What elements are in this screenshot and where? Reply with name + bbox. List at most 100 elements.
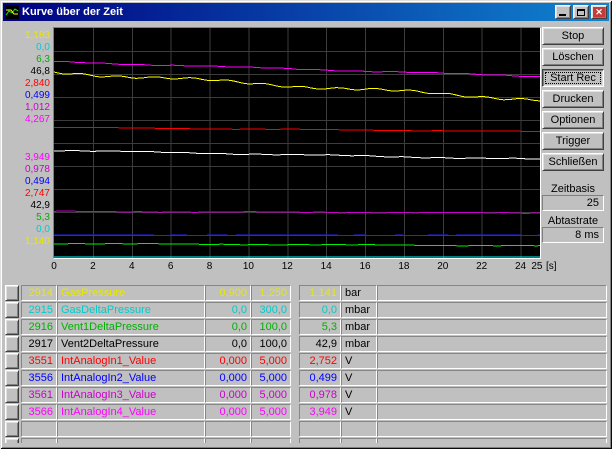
cell-spacer <box>291 285 299 301</box>
close-button[interactable]: ✕ <box>591 5 607 19</box>
y-axis-label: 6,3 <box>36 54 50 65</box>
optionen-button[interactable]: Optionen <box>542 111 604 129</box>
cell-unit: V <box>341 370 377 386</box>
cell-filler <box>377 353 607 369</box>
cell-min-value[interactable]: 0,000 <box>205 353 251 369</box>
cell-channel-id: 3566 <box>21 404 57 420</box>
channel-toggle-button[interactable] <box>5 438 19 443</box>
table-row: 2915 GasDeltaPressure 0,0 300,0 0,0 mbar <box>5 302 607 318</box>
cell-max-value[interactable] <box>251 421 291 437</box>
cell-max-value[interactable]: 5,000 <box>251 353 291 369</box>
y-axis-label: 0,494 <box>24 176 50 187</box>
minimize-button[interactable] <box>555 5 571 19</box>
cell-max-value[interactable]: 100,0 <box>251 319 291 335</box>
cell-current-value: 2,752 <box>299 353 341 369</box>
cell-channel-name: IntAnalogIn3_Value <box>57 387 205 403</box>
cell-min-value[interactable] <box>205 438 251 443</box>
cell-current-value: 5,3 <box>299 319 341 335</box>
channel-toggle-button[interactable] <box>5 404 19 420</box>
cell-current-value <box>299 438 341 443</box>
cell-max-value[interactable]: 100,0 <box>251 336 291 352</box>
cell-spacer <box>291 370 299 386</box>
channel-toggle-button[interactable] <box>5 319 19 335</box>
start-rec-button[interactable]: Start Rec <box>542 69 604 87</box>
cell-current-value: 0,499 <box>299 370 341 386</box>
cell-min-value[interactable]: 0,000 <box>205 370 251 386</box>
cell-min-value[interactable]: 0,000 <box>205 404 251 420</box>
cell-max-value[interactable]: 5,000 <box>251 404 291 420</box>
cell-min-value[interactable]: 0,0 <box>205 302 251 318</box>
table-row: 2917 Vent2DeltaPressure 0,0 100,0 42,9 mbar <box>5 336 607 352</box>
cell-channel-id: 2917 <box>21 336 57 352</box>
cell-unit <box>341 421 377 437</box>
cell-channel-id: 3551 <box>21 353 57 369</box>
channel-toggle-button[interactable] <box>5 353 19 369</box>
cell-min-value[interactable]: 0,900 <box>205 285 251 301</box>
table-row: 3551 IntAnalogIn1_Value 0,000 5,000 2,752 V <box>5 353 607 369</box>
table-row: 2914 GasPressure 0,900 1,250 1,141 bar <box>5 285 607 301</box>
cell-max-value[interactable]: 300,0 <box>251 302 291 318</box>
channel-toggle-button[interactable] <box>5 302 19 318</box>
cell-current-value <box>299 421 341 437</box>
maximize-button[interactable] <box>573 5 589 19</box>
cell-channel-name: Vent1DeltaPressure <box>57 319 205 335</box>
y-axis-label: 46,8 <box>30 66 50 77</box>
cell-min-value[interactable]: 0,000 <box>205 387 251 403</box>
cell-current-value: 0,0 <box>299 302 341 318</box>
y-axis-label: 2,747 <box>24 188 50 199</box>
cell-filler <box>377 319 607 335</box>
abtastrate-value-field[interactable]: 8 ms <box>542 227 604 243</box>
channel-toggle-button[interactable] <box>5 421 19 437</box>
y-axis-label: 3,949 <box>24 152 50 163</box>
app-icon <box>5 5 19 19</box>
channel-toggle-button[interactable] <box>5 336 19 352</box>
stop-button[interactable]: Stop <box>542 27 604 45</box>
close-icon: ✕ <box>595 6 603 17</box>
cell-max-value[interactable]: 5,000 <box>251 370 291 386</box>
cell-spacer <box>291 404 299 420</box>
cell-spacer <box>291 336 299 352</box>
x-axis-unit-label: [s] <box>546 261 557 272</box>
cell-min-value[interactable]: 0,0 <box>205 319 251 335</box>
zeitbasis-label: Zeitbasis <box>550 183 596 195</box>
channel-toggle-button[interactable] <box>5 387 19 403</box>
cell-current-value: 1,141 <box>299 285 341 301</box>
abtastrate-label: Abtastrate <box>547 215 599 227</box>
zeitbasis-value-field[interactable]: 25 <box>542 195 604 211</box>
table-row: 3556 IntAnalogIn2_Value 0,000 5,000 0,499 V <box>5 370 607 386</box>
cell-filler <box>377 336 607 352</box>
x-tick-label: 25 <box>531 261 543 272</box>
drucken-button[interactable]: Drucken <box>542 90 604 108</box>
y-axis-label: 1,183 <box>24 30 50 41</box>
schlie-en-button[interactable]: Schließen <box>542 153 604 171</box>
cell-unit <box>341 438 377 443</box>
x-tick-label: 24 <box>514 261 527 272</box>
cell-filler <box>377 438 607 443</box>
cell-max-value[interactable] <box>251 438 291 443</box>
cell-min-value[interactable]: 0,0 <box>205 336 251 352</box>
app-window: Kurve über der Zeit ✕ 1,183 0,0 6,3 46,8 2,8… <box>0 0 612 449</box>
x-axis-ticks: 0 2 4 6 8 10 12 14 16 18 20 22 24 25 <box>51 261 543 273</box>
x-tick-label: 16 <box>359 261 371 272</box>
cell-min-value[interactable] <box>205 421 251 437</box>
cell-channel-name: IntAnalogIn4_Value <box>57 404 205 420</box>
title-bar[interactable]: Kurve über der Zeit ✕ <box>3 3 609 21</box>
channel-toggle-button[interactable] <box>5 285 19 301</box>
table-row: 3566 IntAnalogIn4_Value 0,000 5,000 3,949 V <box>5 404 607 420</box>
cell-spacer <box>291 353 299 369</box>
trigger-button[interactable]: Trigger <box>542 132 604 150</box>
y-axis-start-values: 1,183 0,0 6,3 46,8 2,840 0,499 1,012 4,267 <box>0 30 50 126</box>
cell-max-value[interactable]: 5,000 <box>251 387 291 403</box>
cell-filler <box>377 285 607 301</box>
l-schen-button[interactable]: Löschen <box>542 48 604 66</box>
x-tick-label: 0 <box>51 261 57 272</box>
control-button-panel: Stop Löschen Start Rec Drucken Optionen Trigg… <box>542 27 604 174</box>
cell-spacer <box>291 302 299 318</box>
x-tick-label: 10 <box>242 261 254 272</box>
channel-toggle-button[interactable] <box>5 370 19 386</box>
cell-channel-id: 2915 <box>21 302 57 318</box>
cell-max-value[interactable]: 1,250 <box>251 285 291 301</box>
x-tick-label: 12 <box>281 261 293 272</box>
minimize-icon <box>559 14 566 16</box>
cell-channel-id: 2916 <box>21 319 57 335</box>
